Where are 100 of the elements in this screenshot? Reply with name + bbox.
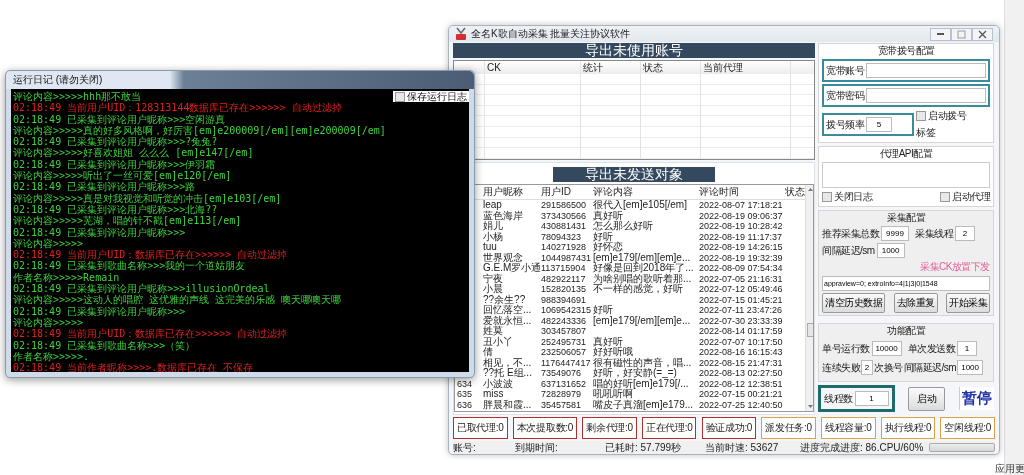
table-cell: 好像是回到2018年了... (593, 262, 694, 273)
table-cell: 2022-08-14 01:17:59 (699, 326, 783, 336)
table-cell: tuu (483, 241, 497, 252)
table-cell: 2022-07-15 00:21:21 (699, 389, 783, 399)
status-text: 当前时速: 53627 (705, 440, 780, 455)
scrollbar[interactable] (805, 185, 813, 411)
input-field[interactable]: 1 (854, 391, 889, 406)
scrollbar-thumb[interactable] (806, 323, 813, 337)
log-line: 02:18:49 当前作者昵称>>>>.数据库已存在 不保存 (13, 362, 254, 372)
table-cell: 291586500 (541, 200, 587, 210)
counter: 正在代理:0 (641, 417, 697, 439)
column-header[interactable]: 评论内容 (591, 185, 697, 199)
maximize-icon (957, 29, 966, 39)
log-line: 02:18:49 已采集到评论用户昵称>>>北海?? (13, 203, 218, 215)
counter: 本次提取数:0 (512, 417, 577, 439)
status-text: 已耗时: 57.799秒 (605, 440, 683, 455)
text-area[interactable] (822, 162, 990, 188)
table-cell: 好听 (593, 304, 613, 315)
checkbox[interactable] (822, 192, 832, 202)
table-cell: 2022-08-07 17:18:21 (699, 200, 783, 210)
table-cell: 吼吼听啊 (593, 388, 633, 399)
log-line: 02:18:49 已采集到歌曲名称>>>我的一个道姑朋友 (13, 260, 246, 272)
log-line: 评论内容>>>>>这动人的唱腔 这优雅的声线 这完美的乐感 噢天哪噢天哪 (13, 294, 342, 306)
action-button[interactable]: 去除重复 (893, 293, 938, 313)
start-button[interactable]: 启动 (908, 386, 946, 411)
action-button[interactable]: 清空历史数据 (822, 293, 885, 313)
input-field[interactable] (866, 88, 986, 103)
table-cell: 2022-07-25 12:40:50 (699, 399, 783, 410)
log-line: 02:18:49 已采集到评论用户昵称>>>illusionOrdeal (13, 283, 270, 295)
table-cell: 637131652 (541, 378, 587, 389)
group-title: 功能配置 (886, 325, 927, 337)
scroll-up-icon[interactable] (806, 185, 813, 193)
table-cell: 小晨 (483, 283, 503, 294)
log-line: 评论内容>>>>>hhh那不敢当 (13, 91, 142, 102)
input-field[interactable] (866, 63, 986, 78)
input-field[interactable]: 5 (866, 117, 892, 132)
status-text: 到期时间: (515, 440, 559, 455)
table-cell: [em]e179[/em][em]e... (593, 314, 691, 326)
table-cell: 真好听 (593, 209, 623, 221)
log-line: 评论内容>>>>>真的好多风格啊，好厉害[em]e200009[/em][em]e200009[/em] (13, 124, 386, 136)
table-cell: 78094323 (541, 231, 582, 242)
section-header: 导出未发送对象 (553, 167, 715, 182)
table-cell: 为啥别唱的歌听着那... (593, 272, 692, 284)
table-cell: 爱就永恒... (483, 314, 532, 326)
column-header[interactable]: 状态 (640, 61, 700, 74)
status-text: 进度完成进度: 86.CPU/60% (800, 440, 924, 455)
scroll-down-icon[interactable] (806, 403, 813, 411)
table-cell: 113715904 (541, 263, 586, 273)
close-button[interactable] (972, 27, 993, 41)
table-cell: 很代入[em]e105[/em] (593, 199, 687, 210)
checkbox-label[interactable]: 关闭日志 (834, 190, 872, 204)
row-number: 636 (457, 399, 473, 410)
table-cell: 303457807 (541, 326, 587, 336)
field-label: 连续失败 (822, 360, 860, 375)
checkbox-label[interactable]: 启动代理 (952, 190, 990, 204)
checkbox[interactable] (940, 192, 950, 202)
field-label: 单次发送数 (907, 341, 955, 356)
input-field[interactable]: 10000 (871, 341, 902, 356)
column-header[interactable]: CK (484, 61, 580, 74)
table-cell: 2022-08-13 02:27:50 (699, 368, 783, 378)
column-header[interactable]: 用户昵称 (481, 185, 539, 199)
hint-text: 采集CK放置下发 (919, 260, 990, 274)
column-header[interactable]: 用户ID (539, 185, 591, 199)
log-line: 02:18:49 当前用户UID：数据库已存在>>>>>> 自动过滤掉 (13, 249, 288, 261)
checkbox[interactable] (395, 91, 405, 102)
table-cell: 好好听哦 (593, 346, 633, 357)
input-field[interactable]: 1000 (957, 360, 984, 375)
table-cell: 宁夜 (483, 272, 503, 284)
log-line: 02:18:49 当前用户UID：128313144数据库已存在>>>>>> 自动过滤掉 (13, 102, 342, 114)
log-line: 评论内容>>>>>听出了一丝可爱[em]e120[/em] (13, 170, 232, 182)
input-field[interactable]: 1000 (876, 243, 905, 258)
table-cell: 2022-08-19 19:32:39 (699, 252, 783, 263)
table-cell: ??余生?? (483, 293, 526, 305)
app-icon (455, 27, 467, 41)
input-field[interactable]: 9999 (881, 226, 909, 241)
section-header: 导出未使用账号 (453, 43, 815, 58)
table-cell: 丑小丫 (483, 335, 513, 347)
pause-button[interactable]: 暂停 (959, 387, 994, 410)
log-line: 02:18:49 已采集到评论用户昵称>>>?兔兔? (13, 136, 218, 148)
column-header[interactable]: 状态 (783, 185, 805, 199)
column-header[interactable]: 统计 (580, 61, 640, 74)
field-label: 线程数 (824, 391, 853, 406)
input-field[interactable]: 1 (957, 341, 977, 356)
table-cell: 倩 (483, 346, 493, 357)
row-number: 634 (457, 378, 473, 389)
minimize-button[interactable] (930, 27, 951, 41)
action-button[interactable]: 开始采集 (946, 293, 990, 313)
table-cell: 2022-07-05 21:16:31 (699, 273, 783, 284)
group-title: 代理API配置 (878, 148, 934, 160)
field-label: 宽带账号 (826, 63, 864, 78)
table-cell: 988394691 (541, 294, 587, 305)
table-cell: 娟儿 (483, 220, 503, 231)
input-field[interactable]: 2 (955, 226, 975, 241)
side-text: 应用更 (995, 462, 1024, 475)
column-header[interactable]: 当前代理 (700, 61, 790, 74)
column-header[interactable]: 评论时间 (697, 185, 783, 199)
table-cell: 1069542315 (541, 305, 592, 315)
checkbox[interactable] (916, 111, 926, 121)
checkbox-label[interactable]: 启动拨号 (928, 109, 966, 123)
input-field[interactable]: 2 (861, 360, 873, 375)
